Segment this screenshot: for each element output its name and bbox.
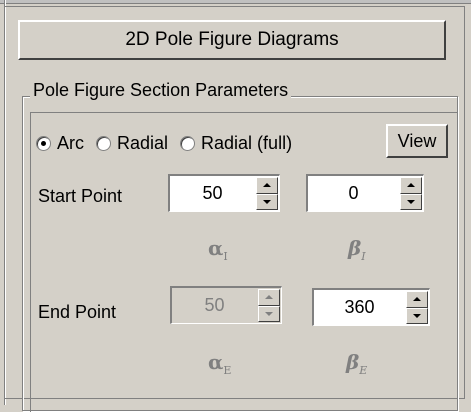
radial-radio[interactable]	[96, 135, 111, 151]
view-button[interactable]: View	[386, 124, 448, 158]
end-beta-spinbox[interactable]: 360	[312, 288, 430, 326]
end-beta-increment-button[interactable]	[406, 291, 428, 308]
arrow-up-icon	[263, 183, 271, 188]
radial-full-radio-label[interactable]: Radial (full)	[201, 133, 292, 154]
end-alpha-value: 50	[204, 295, 225, 315]
section-title-button[interactable]: 2D Pole Figure Diagrams	[18, 20, 446, 60]
arrow-down-icon	[263, 199, 271, 204]
start-point-label: Start Point	[38, 186, 123, 206]
arrow-up-icon	[265, 295, 273, 300]
alpha-i-symbol: αI	[208, 236, 228, 263]
end-alpha-spinbox: 50	[170, 286, 282, 324]
start-alpha-increment-button[interactable]	[256, 177, 278, 194]
end-beta-value[interactable]: 360	[314, 290, 405, 325]
beta-e-symbol: βE	[346, 350, 368, 377]
radio-selected-dot	[41, 140, 46, 146]
view-button-label: View	[397, 130, 437, 151]
mode-radio-group: Arc Radial Radial (full)	[36, 127, 304, 159]
end-alpha-increment-button	[258, 289, 280, 306]
arrow-down-icon	[413, 313, 421, 318]
parameters-group-title: Pole Figure Section Parameters	[30, 80, 292, 101]
arrow-up-icon	[407, 183, 415, 188]
radial-radio-label[interactable]: Radial	[117, 133, 168, 154]
alpha-e-symbol: αE	[208, 350, 232, 377]
arc-radio[interactable]	[36, 135, 51, 151]
beta-i-symbol: βI	[348, 236, 366, 263]
start-beta-increment-button[interactable]	[400, 177, 422, 194]
arrow-down-icon	[407, 199, 415, 204]
radial-full-radio[interactable]	[180, 135, 196, 151]
start-alpha-spinbox[interactable]: 50	[168, 174, 280, 212]
section-title-label: 2D Pole Figure Diagrams	[125, 29, 339, 50]
end-beta-decrement-button[interactable]	[406, 307, 428, 324]
start-alpha-value[interactable]: 50	[170, 176, 255, 211]
arrow-down-icon	[265, 311, 273, 316]
window-top-edge	[0, 0, 471, 4]
arc-radio-label[interactable]: Arc	[57, 133, 84, 154]
end-alpha-decrement-button	[258, 305, 280, 322]
start-beta-spinbox[interactable]: 0	[306, 174, 424, 212]
start-beta-decrement-button[interactable]	[400, 193, 422, 210]
start-alpha-decrement-button[interactable]	[256, 193, 278, 210]
arrow-up-icon	[413, 297, 421, 302]
start-beta-value[interactable]: 0	[308, 176, 399, 211]
end-point-label: End Point	[38, 302, 117, 322]
